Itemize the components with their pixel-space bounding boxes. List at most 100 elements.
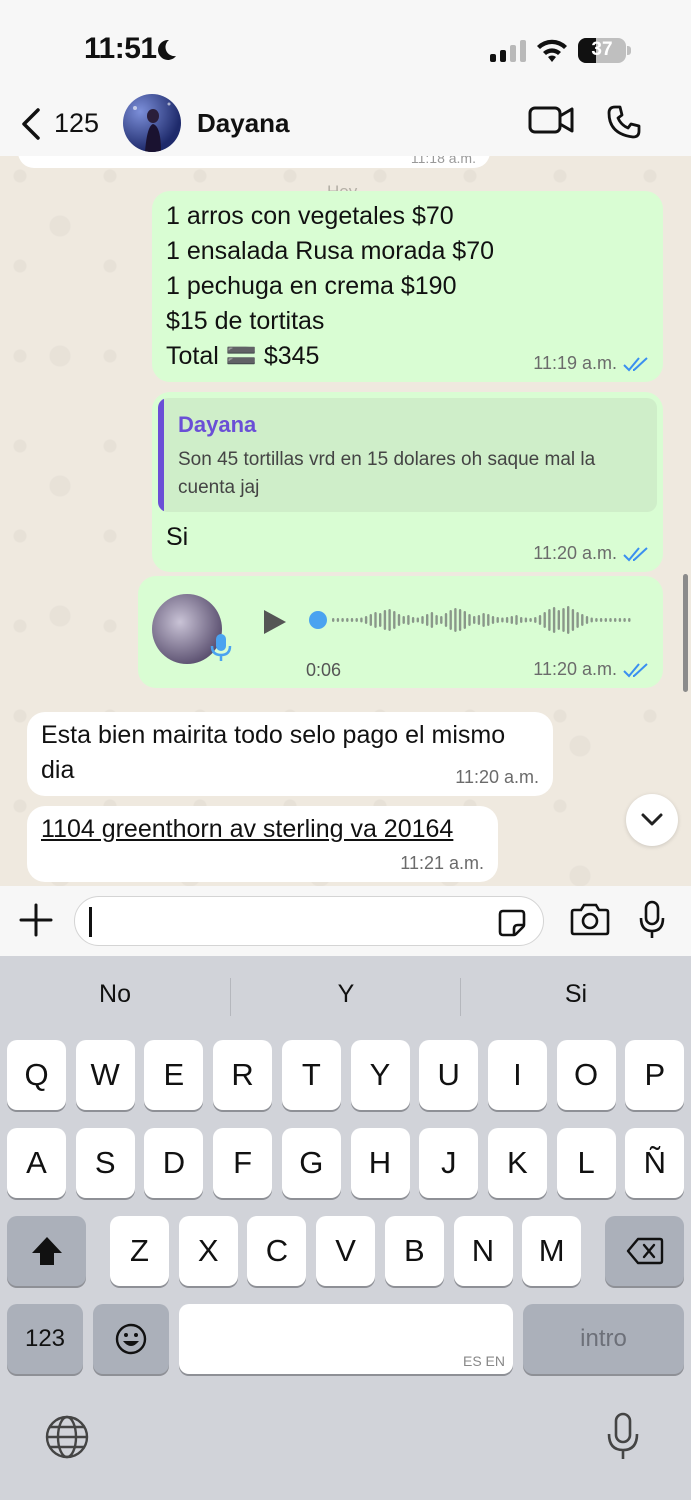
return-key[interactable]: intro — [523, 1304, 684, 1374]
waveform-bar — [341, 618, 344, 622]
microphone-icon[interactable] — [638, 900, 666, 940]
waveform-bar — [501, 617, 504, 623]
key-c[interactable]: C — [247, 1216, 307, 1286]
emoji-key[interactable] — [93, 1304, 169, 1374]
chevron-left-icon[interactable] — [18, 106, 42, 142]
message-line: Total 🟰 $345 — [166, 342, 320, 370]
outgoing-message[interactable]: 1 arros con vegetales $70 1 ensalada Rus… — [152, 191, 663, 382]
waveform-bar — [491, 616, 495, 624]
sticker-icon[interactable] — [497, 908, 527, 938]
message-line: 1 arros con vegetales $70 — [166, 202, 454, 230]
key-u[interactable]: U — [419, 1040, 479, 1110]
phone-icon[interactable] — [606, 104, 642, 140]
waveform-bar — [435, 615, 438, 625]
quoted-message[interactable]: Dayana Son 45 tortillas vrd en 15 dolare… — [158, 398, 657, 512]
camera-icon[interactable] — [570, 902, 610, 936]
key-v[interactable]: V — [316, 1216, 376, 1286]
key-q[interactable]: Q — [7, 1040, 66, 1110]
key-l[interactable]: L — [556, 1128, 616, 1198]
waveform-bar — [397, 614, 401, 626]
address-link[interactable]: 1104 greenthorn av sterling va 20164 — [41, 812, 453, 847]
key-ñ[interactable]: Ñ — [625, 1128, 685, 1198]
globe-icon[interactable] — [44, 1414, 90, 1460]
waveform-bar — [346, 618, 349, 622]
waveform-bar — [458, 609, 462, 631]
key-w[interactable]: W — [75, 1040, 135, 1110]
status-bar: 11:51 37 — [0, 0, 691, 96]
message-meta: 11:20 a.m. — [455, 767, 539, 788]
waveform-bar — [623, 618, 626, 622]
key-j[interactable]: J — [419, 1128, 479, 1198]
incoming-message[interactable]: Esta bien mairita todo selo pago el mism… — [27, 712, 553, 796]
audio-waveform[interactable] — [308, 598, 638, 642]
key-m[interactable]: M — [522, 1216, 582, 1286]
scroll-to-bottom-button[interactable] — [626, 794, 678, 846]
key-x[interactable]: X — [178, 1216, 238, 1286]
contact-name[interactable]: Dayana — [197, 108, 290, 139]
plus-icon[interactable] — [18, 902, 54, 938]
space-key[interactable]: ES EN — [179, 1304, 513, 1374]
contact-avatar[interactable] — [123, 94, 181, 152]
waveform-bar — [477, 615, 481, 625]
key-i[interactable]: I — [487, 1040, 547, 1110]
message-input[interactable] — [74, 896, 544, 946]
suggestion-item[interactable]: Y — [231, 980, 461, 1009]
key-g[interactable]: G — [281, 1128, 341, 1198]
key-r[interactable]: R — [213, 1040, 273, 1110]
waveform-bar — [379, 613, 382, 627]
backspace-key[interactable] — [605, 1216, 684, 1286]
waveform-bar — [468, 614, 471, 626]
playback-position-dot[interactable] — [309, 611, 327, 629]
waveform-bar — [604, 618, 607, 622]
waveform-bar — [515, 615, 518, 625]
read-ticks-icon — [623, 546, 648, 561]
key-y[interactable]: Y — [350, 1040, 410, 1110]
waveform-bar — [369, 614, 372, 626]
key-f[interactable]: F — [213, 1128, 273, 1198]
chat-area[interactable]: 11:18 a.m. Hoy 1 arros con vegetales $70… — [0, 156, 691, 886]
key-o[interactable]: O — [556, 1040, 616, 1110]
key-z[interactable]: Z — [110, 1216, 169, 1286]
dictation-microphone-icon[interactable] — [606, 1412, 640, 1462]
key-a[interactable]: A — [7, 1128, 66, 1198]
waveform-bar — [402, 616, 405, 624]
key-k[interactable]: K — [487, 1128, 547, 1198]
chat-scrollbar[interactable] — [683, 574, 688, 692]
play-icon[interactable] — [260, 608, 288, 636]
chevron-down-icon — [641, 813, 663, 826]
unread-count[interactable]: 125 — [54, 108, 99, 139]
waveform-bar — [336, 618, 340, 622]
voice-message[interactable]: 0:06 11:20 a.m. — [138, 576, 663, 688]
waveform-bar — [496, 617, 499, 623]
quote-author: Dayana — [178, 412, 257, 437]
suggestion-item[interactable]: Si — [461, 980, 691, 1009]
waveform-bar — [628, 618, 631, 622]
waveform-bar — [524, 617, 528, 623]
waveform-bar — [567, 606, 570, 634]
key-s[interactable]: S — [75, 1128, 135, 1198]
shift-key[interactable] — [7, 1216, 86, 1286]
text-caret — [89, 907, 92, 937]
key-h[interactable]: H — [350, 1128, 410, 1198]
moon-icon — [158, 39, 176, 60]
waveform-bar — [374, 612, 377, 628]
quote-accent-bar — [158, 398, 164, 512]
key-n[interactable]: N — [453, 1216, 513, 1286]
waveform-bar — [430, 612, 434, 628]
key-d[interactable]: D — [144, 1128, 204, 1198]
waveform-bar — [581, 614, 584, 626]
waveform-bar — [407, 615, 410, 625]
incoming-message[interactable]: 1104 greenthorn av sterling va 20164 11:… — [27, 806, 498, 882]
key-t[interactable]: T — [281, 1040, 341, 1110]
outgoing-reply-message[interactable]: Dayana Son 45 tortillas vrd en 15 dolare… — [152, 392, 663, 572]
key-p[interactable]: P — [625, 1040, 685, 1110]
key-b[interactable]: B — [384, 1216, 444, 1286]
numbers-key[interactable]: 123 — [7, 1304, 83, 1374]
message-meta: 11:20 a.m. — [533, 659, 649, 680]
waveform-bar — [444, 613, 448, 627]
key-e[interactable]: E — [144, 1040, 204, 1110]
suggestion-item[interactable]: No — [0, 980, 230, 1009]
video-call-icon[interactable] — [528, 104, 574, 136]
waveform-bar — [364, 616, 368, 624]
language-hint: ES EN — [462, 1353, 505, 1369]
